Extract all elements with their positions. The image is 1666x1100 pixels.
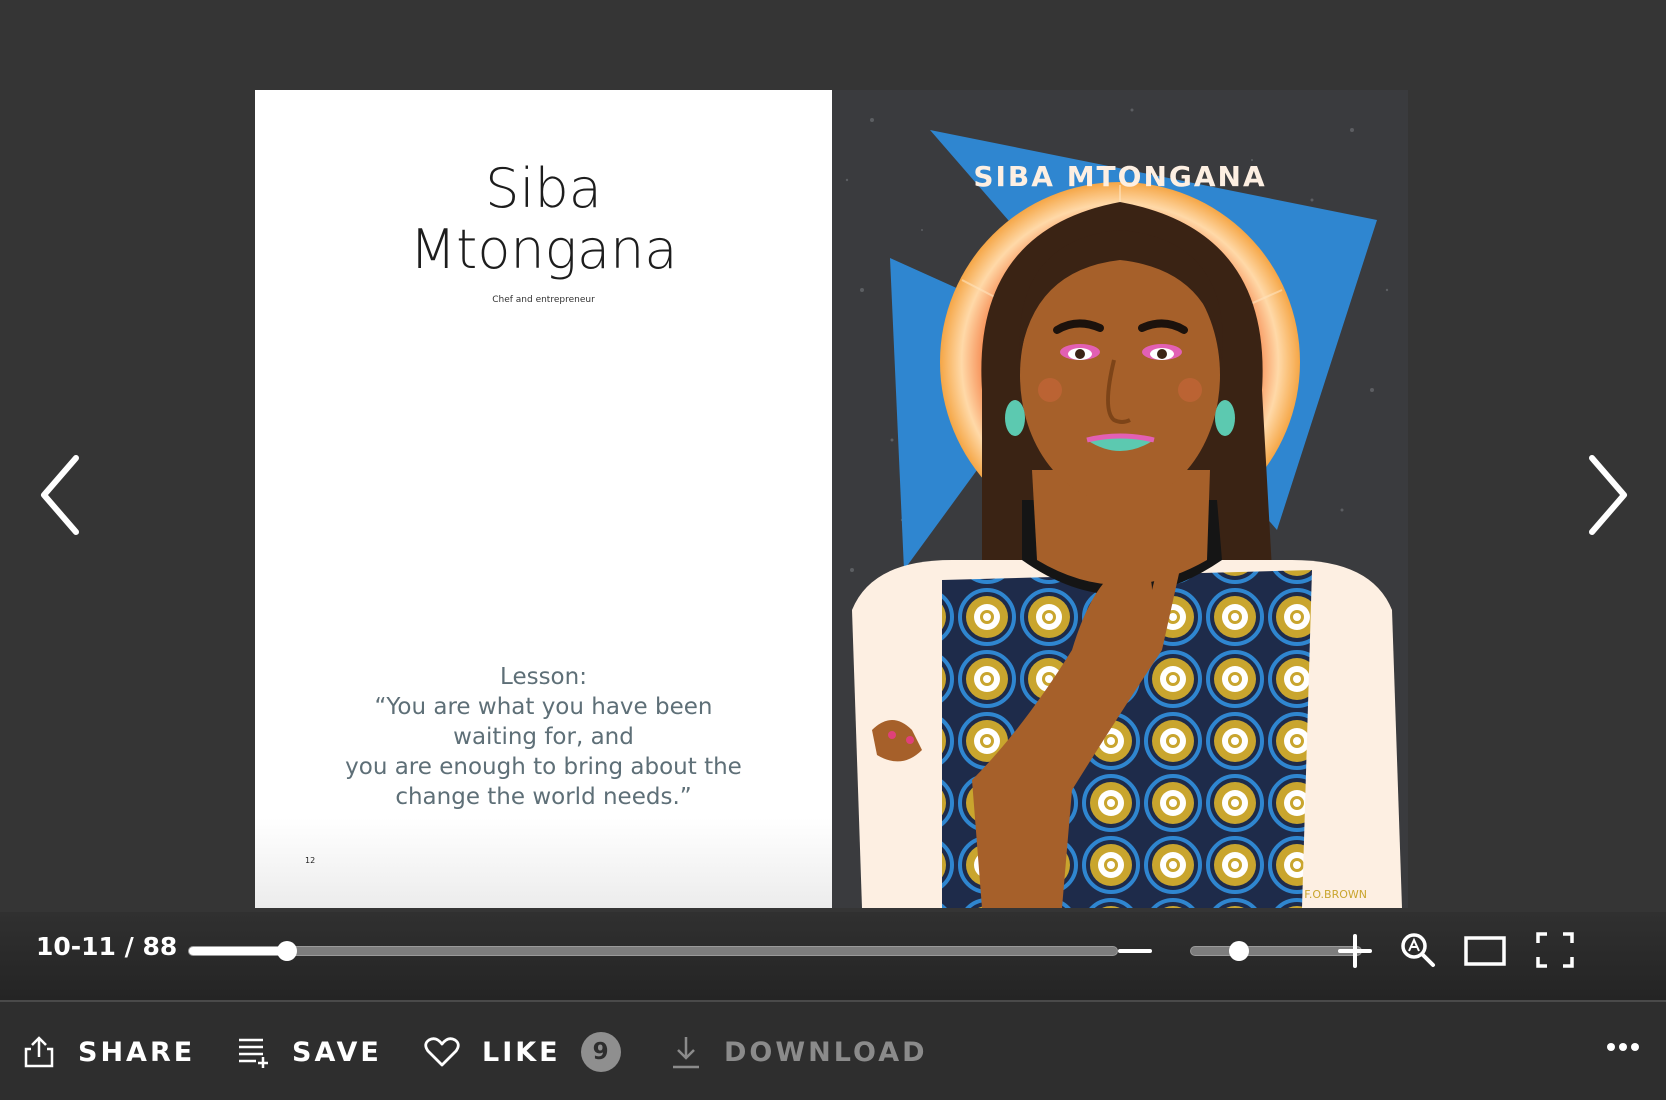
chevron-right-icon (1589, 455, 1627, 535)
share-label: SHARE (78, 1036, 196, 1068)
heart-icon (424, 1037, 460, 1067)
document-viewer: Siba Mtongana Chef and entrepreneur Less… (0, 0, 1666, 1000)
progress-fill (189, 947, 288, 955)
single-page-view-button[interactable] (1464, 936, 1506, 970)
lesson-line: change the world needs.” (395, 784, 692, 810)
page-title: Siba Mtongana (255, 158, 832, 280)
download-button[interactable]: DOWNLOAD (670, 1032, 928, 1072)
page-indicator: 10-11 / 88 (36, 932, 178, 961)
download-label: DOWNLOAD (724, 1036, 928, 1068)
book-spread: Siba Mtongana Chef and entrepreneur Less… (255, 90, 1408, 908)
lesson-line: you are enough to bring about the (345, 754, 742, 780)
like-count-badge: 9 (580, 1032, 621, 1072)
save-button[interactable]: SAVE (236, 1032, 382, 1072)
page-shadow (255, 818, 832, 908)
page-subtitle: Chef and entrepreneur (492, 295, 595, 305)
zoom-slider[interactable] (1190, 941, 1362, 961)
auto-zoom-icon (1401, 933, 1435, 967)
more-options-button[interactable] (1606, 1038, 1640, 1057)
title-line-2: Mtongana (409, 218, 678, 281)
left-page: Siba Mtongana Chef and entrepreneur Less… (255, 90, 832, 908)
lesson-line: Lesson: (500, 664, 587, 690)
fullscreen-icon (1536, 932, 1574, 968)
like-label: LIKE (482, 1036, 561, 1068)
lesson-quote: Lesson: “You are what you have been wait… (315, 662, 772, 812)
page-progress-slider[interactable] (188, 941, 1118, 961)
viewer-controls-bar: 10-11 / 88 (0, 912, 1666, 1000)
arched-name-text: SIBA MTONGANA (973, 160, 1266, 193)
fullscreen-button[interactable] (1536, 932, 1574, 972)
share-icon (24, 1036, 54, 1068)
lesson-line: “You are what you have been (374, 694, 713, 720)
title-line-1: Siba (485, 157, 602, 220)
zoom-thumb[interactable] (1228, 941, 1249, 961)
page-number: 12 (305, 856, 316, 865)
more-options-icon (1607, 1043, 1639, 1051)
auto-zoom-button[interactable] (1400, 932, 1436, 972)
previous-page-button[interactable] (36, 450, 96, 540)
chevron-left-icon (41, 455, 79, 535)
right-page-illustration: SIBA MTONGANA F.O.BROWN (832, 90, 1408, 908)
portrait-illustration: SIBA MTONGANA F.O.BROWN (832, 90, 1408, 908)
save-to-list-icon (239, 1038, 268, 1068)
lesson-line: waiting for, and (453, 724, 634, 750)
next-page-button[interactable] (1572, 450, 1632, 540)
action-bar: SHARE SAVE LIKE 9 DOWNLOAD (0, 1000, 1666, 1100)
progress-thumb[interactable] (277, 941, 298, 961)
zoom-in-icon (1338, 934, 1372, 968)
artist-signature: F.O.BROWN (1304, 888, 1367, 901)
download-icon (673, 1037, 699, 1069)
zoom-out-icon (1118, 949, 1152, 953)
zoom-in-button[interactable] (1338, 934, 1372, 972)
like-button[interactable]: LIKE 9 (424, 1032, 621, 1072)
share-button[interactable]: SHARE (22, 1032, 195, 1072)
single-page-view-icon (1464, 936, 1506, 966)
save-label: SAVE (292, 1036, 382, 1068)
zoom-out-button[interactable] (1118, 936, 1152, 970)
